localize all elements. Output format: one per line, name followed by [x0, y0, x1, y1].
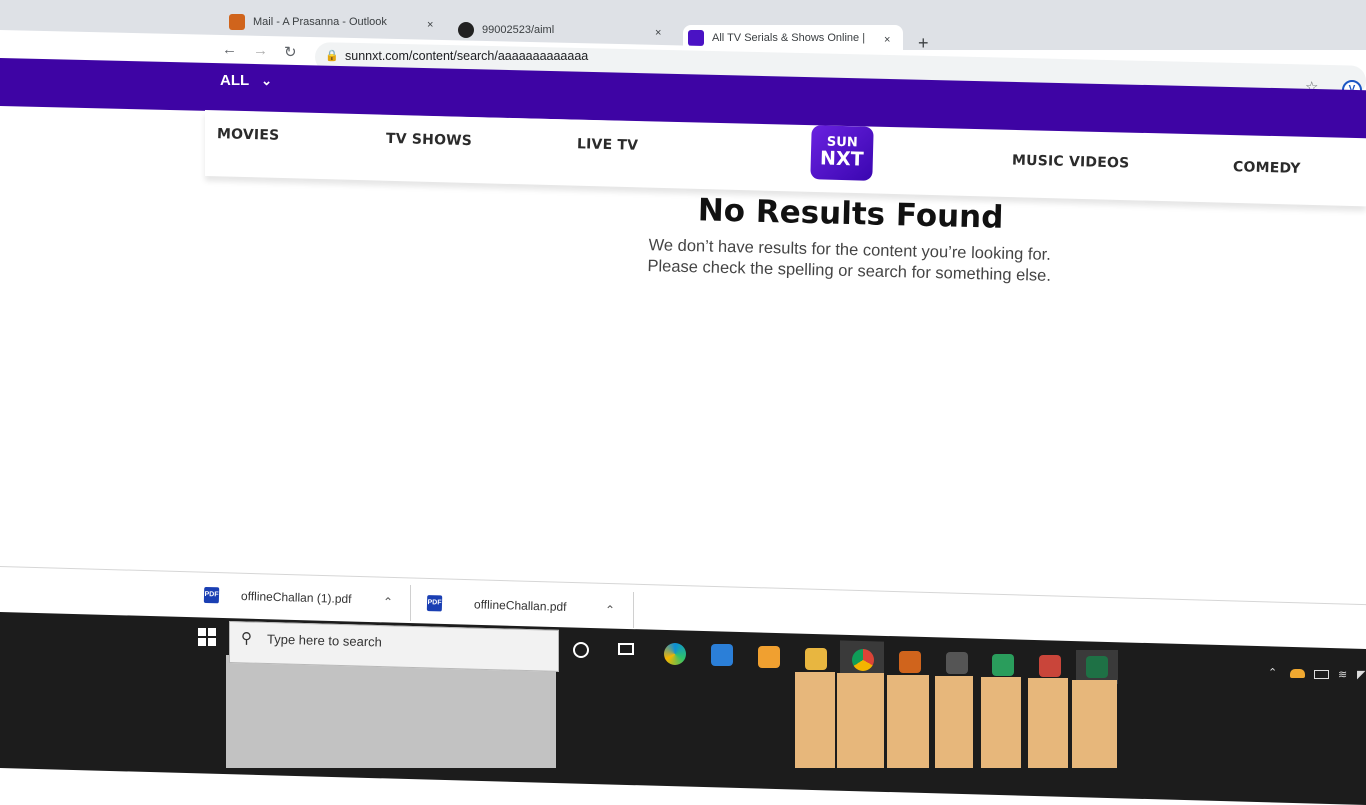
no-results-panel: No Results Found We don’t have results f… — [559, 189, 1141, 289]
chevron-up-icon[interactable]: ⌃ — [383, 595, 393, 609]
url-text[interactable]: sunnxt.com/content/search/aaaaaaaaaaaaa — [345, 49, 588, 63]
glare-bar — [1028, 678, 1068, 768]
glare-bar — [981, 677, 1021, 768]
github-icon — [458, 22, 474, 38]
glare-bar — [935, 676, 973, 768]
glare-bar — [837, 673, 884, 768]
teams-icon[interactable] — [1039, 655, 1061, 677]
volume-icon[interactable]: ◤ — [1357, 668, 1365, 681]
close-tab-icon[interactable]: × — [884, 34, 890, 46]
onedrive-icon[interactable] — [1290, 669, 1305, 678]
close-tab-icon[interactable]: × — [427, 19, 433, 31]
chevron-up-icon[interactable]: ⌃ — [605, 603, 615, 617]
glare-bar — [795, 672, 835, 768]
glare-bar — [887, 675, 929, 768]
category-label: ALL — [220, 72, 250, 89]
task-view-icon[interactable] — [618, 643, 634, 655]
divider — [633, 592, 634, 628]
nav-music-videos[interactable]: MUSIC VIDEOS — [1012, 152, 1130, 171]
lock-icon[interactable]: 🔒 — [325, 49, 339, 62]
store-icon[interactable] — [711, 644, 733, 666]
no-results-message: We don’t have results for the content yo… — [559, 233, 1140, 289]
forward-icon[interactable]: → — [253, 42, 268, 59]
glare-bar — [1072, 680, 1117, 768]
tab-title: Mail - A Prasanna - Outlook — [253, 16, 387, 28]
tab-title: 99002523/aiml — [482, 24, 555, 36]
tab-outlook[interactable]: Mail - A Prasanna - Outlook — [229, 14, 387, 30]
cortana-icon[interactable] — [573, 642, 589, 658]
logo-text-bottom: NXT — [819, 147, 864, 171]
nav-tv-shows[interactable]: TV SHOWS — [386, 131, 472, 149]
back-icon[interactable]: ← — [222, 41, 237, 58]
tab-sunnxt-label: All TV Serials & Shows Online | W — [688, 30, 868, 46]
reload-icon[interactable]: ↻ — [284, 43, 297, 61]
search-icon: ⚲ — [241, 630, 252, 647]
sunnxt-icon — [688, 30, 704, 46]
edge-icon[interactable] — [664, 643, 686, 665]
chevron-up-icon[interactable]: ⌃ — [1268, 666, 1277, 679]
file-explorer-icon[interactable] — [805, 648, 827, 670]
search-placeholder[interactable]: Type here to search — [267, 631, 382, 649]
sticky-notes-icon[interactable] — [992, 654, 1014, 676]
search-box-shadow — [226, 655, 556, 768]
pdf-file-icon: PDF — [426, 595, 443, 612]
excel-icon[interactable] — [1086, 656, 1108, 678]
outlook-icon[interactable] — [899, 651, 921, 673]
sunnxt-logo[interactable]: SUN NXT — [810, 125, 874, 181]
terminal-icon[interactable] — [946, 652, 968, 674]
tab-title: All TV Serials & Shows Online | W — [712, 32, 868, 44]
close-tab-icon[interactable]: × — [655, 27, 661, 39]
nav-live-tv[interactable]: LIVE TV — [577, 136, 639, 154]
download-filename: offlineChallan (1).pdf — [240, 588, 352, 607]
download-filename: offlineChallan.pdf — [473, 597, 567, 614]
mail-icon[interactable] — [758, 646, 780, 668]
battery-icon[interactable] — [1314, 670, 1329, 679]
category-dropdown[interactable]: ALL ⌄ — [220, 72, 272, 89]
divider — [410, 585, 411, 621]
pdf-file-icon: PDF — [203, 586, 220, 604]
nav-comedy[interactable]: COMEDY — [1233, 159, 1301, 177]
chrome-icon[interactable] — [852, 649, 874, 671]
nav-movies[interactable]: MOVIES — [217, 126, 280, 144]
tab-github[interactable]: 99002523/aiml — [458, 22, 554, 38]
outlook-icon — [229, 14, 245, 30]
windows-start-icon[interactable] — [198, 628, 216, 646]
chevron-down-icon: ⌄ — [261, 72, 273, 88]
wifi-icon[interactable]: ≋ — [1338, 668, 1347, 681]
